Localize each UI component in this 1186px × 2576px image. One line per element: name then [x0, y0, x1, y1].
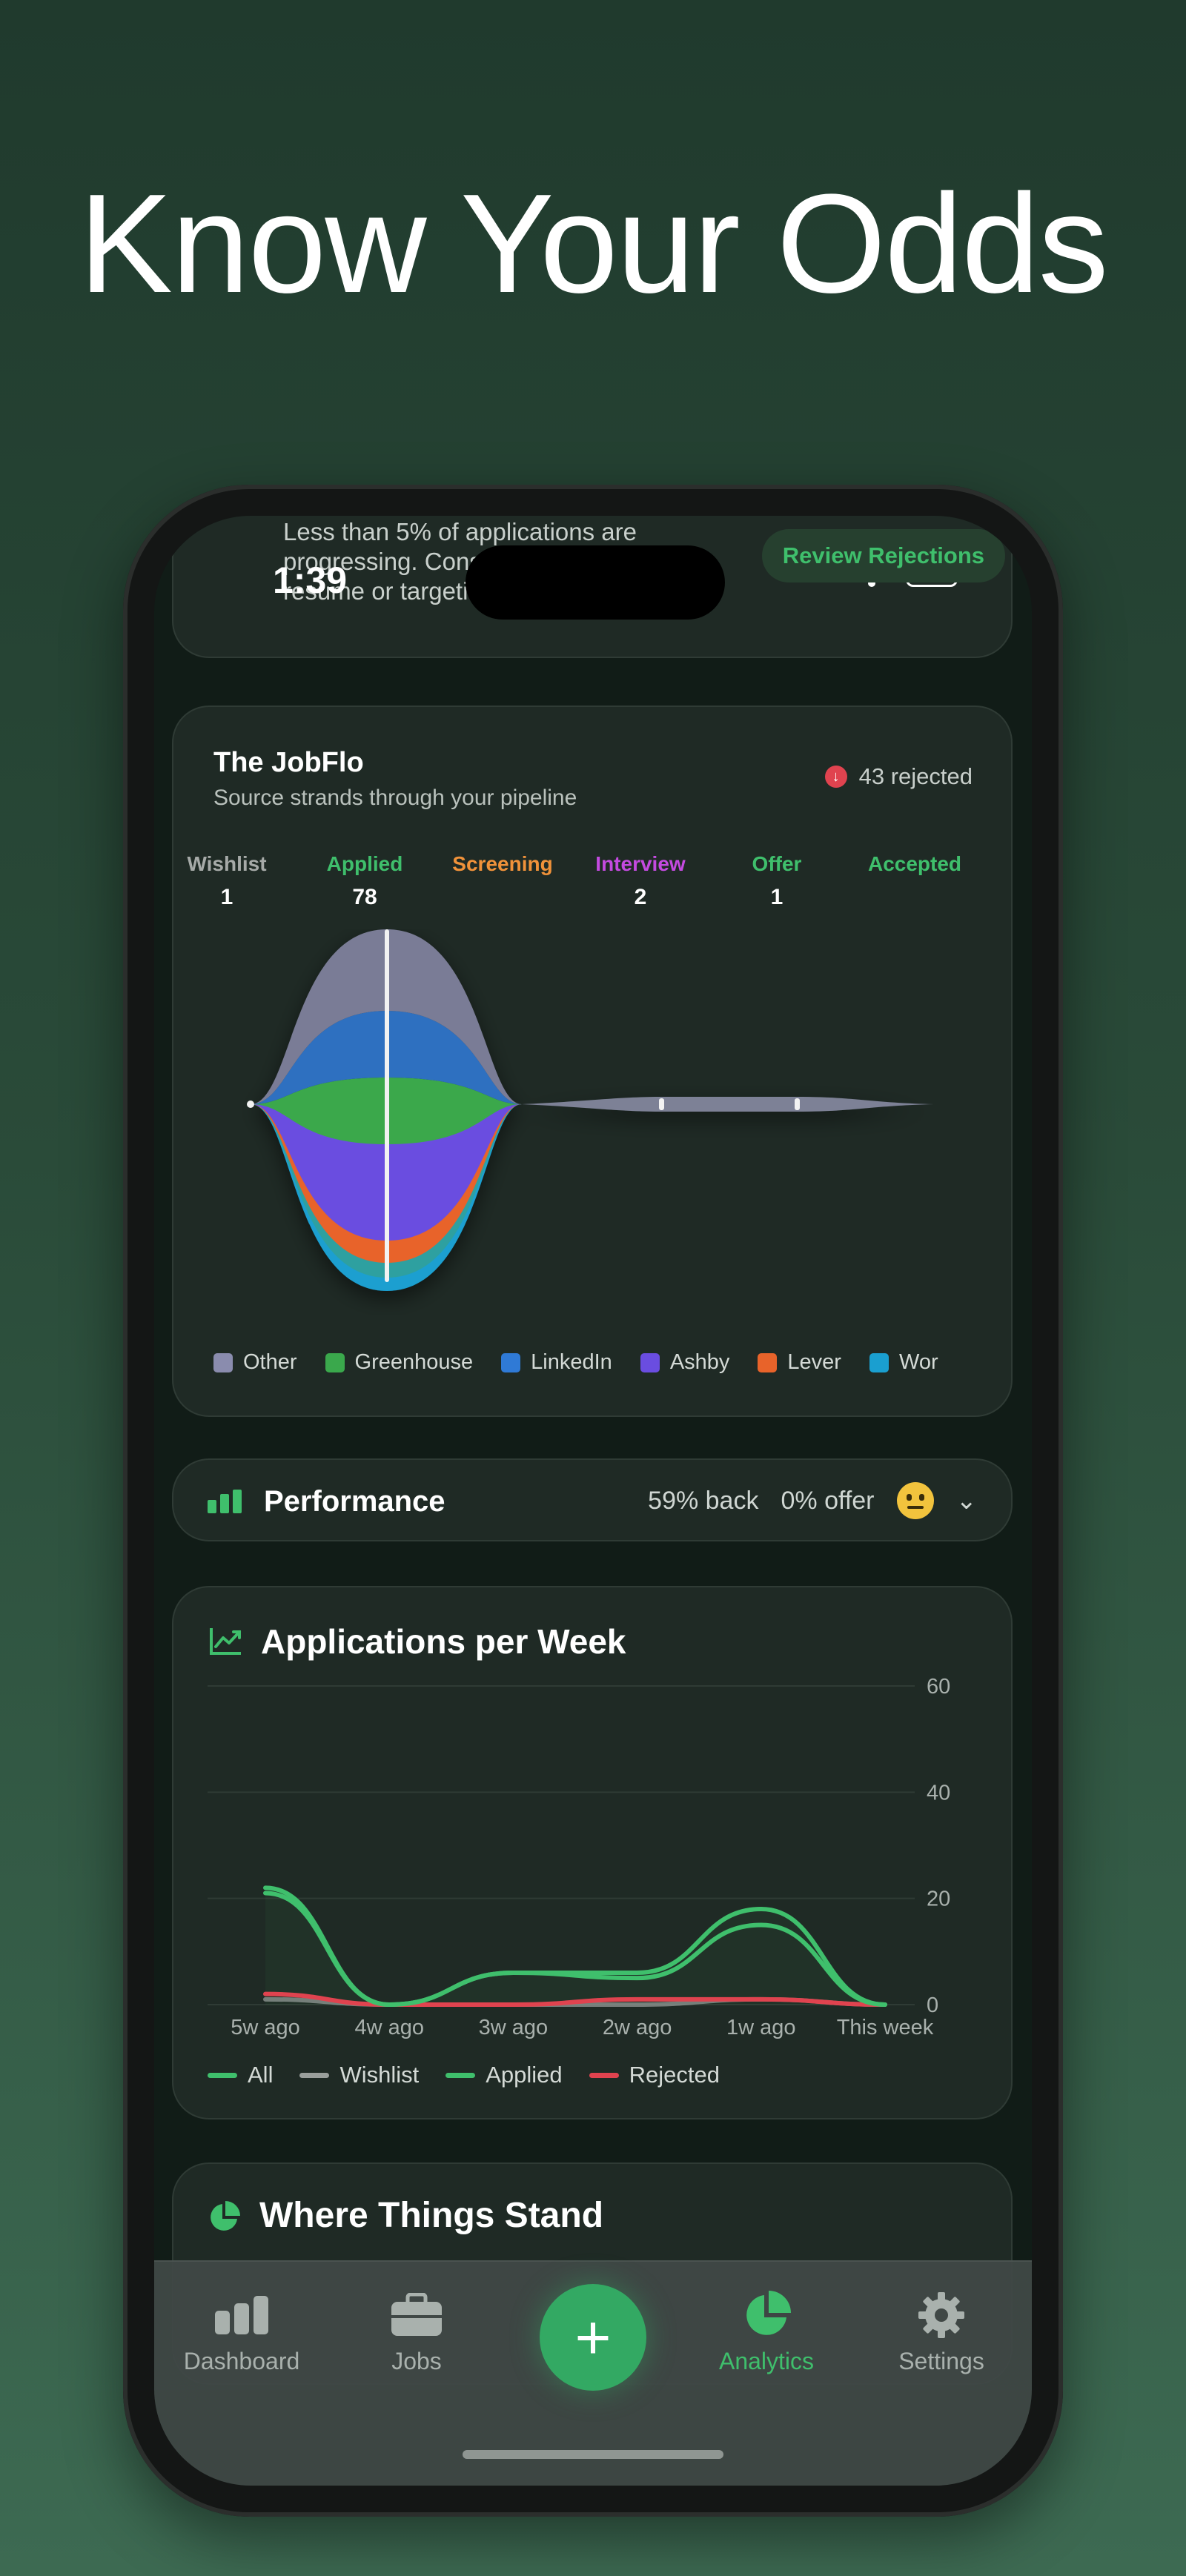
y-tick-label: 60 — [927, 1675, 950, 1699]
gear-icon — [867, 2291, 1016, 2339]
y-tick-label: 20 — [927, 1888, 950, 1911]
stage-name: Wishlist — [187, 852, 267, 875]
pie-chart-icon — [211, 2201, 240, 2231]
stage-name: Accepted — [867, 852, 962, 875]
legend-item-greenhouse: Greenhouse — [325, 1350, 473, 1375]
applications-per-week-card: Applications per Week 0 20 40 60 5w ago 4w ag… — [172, 1586, 1013, 2119]
dynamic-island — [466, 545, 725, 620]
stage-name: Offer — [752, 852, 802, 875]
tab-label: Jobs — [391, 2348, 442, 2374]
stage-count — [436, 885, 569, 912]
jobflo-title: The JobFlo — [213, 747, 364, 778]
stage-name: Applied — [326, 852, 403, 875]
performance-stats: 59% back 0% offer ⌄ — [648, 1482, 977, 1519]
stage-count: 1 — [770, 885, 784, 909]
neutral-face-icon — [896, 1482, 934, 1519]
y-tick-label: 0 — [927, 1994, 938, 2017]
rejected-badge[interactable]: ↓ 43 rejected — [824, 763, 973, 790]
x-tick-label: This week — [837, 2016, 934, 2039]
jobflo-card: The JobFlo Source strands through your p… — [172, 706, 1013, 1417]
stage-offer[interactable]: Offer 1 — [710, 852, 844, 912]
legend-item-rejected[interactable]: Rejected — [589, 2062, 720, 2088]
wishlist-node[interactable] — [247, 1101, 254, 1108]
performance-title: Performance — [264, 1485, 445, 1518]
legend-item-wor: Wor — [869, 1350, 938, 1375]
add-job-button[interactable]: + — [540, 2284, 646, 2391]
tab-analytics[interactable]: Analytics — [692, 2291, 841, 2375]
where-things-stand-title: Where Things Stand — [259, 2196, 604, 2235]
x-tick-label: 4w ago — [354, 2016, 424, 2039]
review-rejections-button[interactable]: Review Rejections — [761, 529, 1005, 582]
rejected-count: 43 rejected — [858, 763, 973, 789]
legend-item-other: Other — [213, 1350, 297, 1375]
briefcase-icon — [342, 2291, 491, 2339]
chevron-down-icon[interactable]: ⌄ — [956, 1486, 978, 1516]
applied-node[interactable] — [385, 929, 389, 1282]
jobflo-sankey — [247, 929, 934, 1291]
tab-label: Analytics — [718, 2348, 815, 2374]
status-time: 1:39 — [273, 560, 348, 601]
phone-frame: 1:39 Less than 5% of applications are pr… — [123, 485, 1063, 2517]
stage-name: Interview — [595, 852, 686, 875]
stage-count: 1 — [220, 885, 233, 909]
down-arrow-icon: ↓ — [824, 766, 847, 788]
apw-legend: All Wishlist Applied Rejected — [208, 2062, 720, 2088]
jobflo-subtitle: Source strands through your pipeline — [213, 786, 577, 810]
home-indicator[interactable] — [463, 2450, 723, 2459]
stage-count — [848, 885, 981, 912]
x-tick-label: 1w ago — [726, 2016, 796, 2039]
strand-interview-offer — [522, 1097, 934, 1112]
tab-label: Settings — [898, 2348, 984, 2374]
apw-line-chart: 0 20 40 60 5w ago 4w ago 3w ago 2w ago 1w ago Thi… — [208, 1675, 950, 2039]
interview-node[interactable] — [659, 1098, 664, 1110]
stage-accepted[interactable]: Accepted — [848, 852, 981, 912]
pie-chart-icon — [692, 2291, 841, 2339]
stage-applied[interactable]: Applied 78 — [298, 852, 431, 912]
legend-item-lever: Lever — [758, 1350, 841, 1375]
stage-screening[interactable]: Screening — [436, 852, 569, 912]
bar-chart-icon — [208, 1490, 242, 1513]
legend-item-linkedin: LinkedIn — [501, 1350, 612, 1375]
dashboard-icon — [168, 2291, 316, 2339]
y-tick-label: 40 — [927, 1781, 950, 1805]
stage-count: 2 — [634, 885, 647, 909]
stage-count: 78 — [352, 885, 377, 909]
tab-dashboard[interactable]: Dashboard — [168, 2291, 316, 2375]
x-tick-label: 5w ago — [231, 2016, 300, 2039]
source-legend: Other Greenhouse LinkedIn Ashby Lever Wo… — [213, 1350, 999, 1375]
offer-node[interactable] — [795, 1098, 800, 1110]
performance-card[interactable]: Performance 59% back 0% offer ⌄ — [172, 1458, 1013, 1541]
legend-item-applied[interactable]: Applied — [445, 2062, 563, 2088]
x-tick-label: 3w ago — [479, 2016, 549, 2039]
area-all — [265, 1888, 885, 2005]
x-tick-label: 2w ago — [603, 2016, 672, 2039]
flow-strands — [251, 929, 934, 1291]
stage-name: Screening — [452, 852, 553, 875]
tab-label: Dashboard — [183, 2348, 300, 2374]
stage-interview[interactable]: Interview 2 — [574, 852, 707, 912]
tab-settings[interactable]: Settings — [867, 2291, 1016, 2375]
headline: Know Your Odds — [79, 165, 1108, 322]
stage-wishlist[interactable]: Wishlist 1 — [160, 852, 294, 912]
app-screen: 1:39 Less than 5% of applications are pr… — [154, 516, 1032, 2486]
legend-item-ashby: Ashby — [640, 1350, 729, 1375]
legend-item-wishlist[interactable]: Wishlist — [299, 2062, 419, 2088]
offer-rate: 0% offer — [781, 1486, 875, 1515]
tab-jobs[interactable]: Jobs — [342, 2291, 491, 2375]
response-rate: 59% back — [648, 1486, 759, 1515]
legend-item-all[interactable]: All — [208, 2062, 273, 2088]
